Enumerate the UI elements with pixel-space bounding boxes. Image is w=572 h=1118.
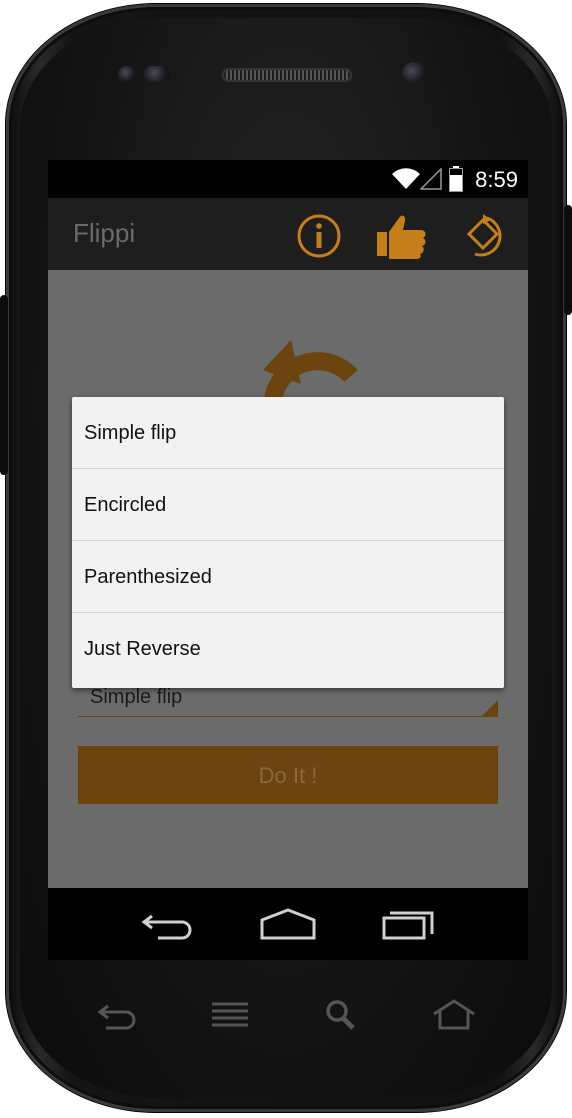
app-title: Flippi (73, 218, 136, 248)
do-it-button[interactable]: Do It ! (78, 746, 498, 804)
front-camera (402, 62, 426, 84)
thumbs-up-icon[interactable] (375, 212, 431, 260)
spinner-selected-value: Simple flip (90, 686, 183, 708)
home-icon[interactable] (432, 998, 476, 1032)
volume-button (0, 295, 8, 475)
back-icon[interactable] (96, 998, 140, 1032)
info-icon[interactable] (295, 212, 343, 260)
dialog-option-encircled[interactable]: Encircled (72, 469, 504, 541)
status-time: 8:59 (475, 167, 518, 192)
wifi-icon (392, 168, 420, 189)
dialog-option-just-reverse[interactable]: Just Reverse (72, 613, 504, 685)
recent-apps-icon[interactable] (378, 906, 438, 942)
spinner-arrow-icon (482, 700, 498, 716)
earpiece-speaker (222, 68, 352, 82)
sensor (118, 66, 136, 82)
dialog-option-parenthesized[interactable]: Parenthesized (72, 541, 504, 613)
status-bar: 8:59 (48, 160, 528, 198)
search-icon[interactable] (320, 998, 364, 1032)
back-icon[interactable] (138, 906, 198, 942)
signal-icon (420, 168, 442, 190)
dialog-option-simple-flip[interactable]: Simple flip (72, 397, 504, 469)
flip-icon[interactable] (461, 212, 509, 260)
sensor (144, 66, 170, 82)
flip-style-dialog: Simple flip Encircled Parenthesized Just… (72, 397, 504, 688)
action-bar: Flippi (48, 198, 528, 270)
power-button (564, 205, 572, 315)
battery-icon (449, 166, 463, 192)
home-icon[interactable] (258, 906, 318, 942)
menu-icon[interactable] (208, 998, 252, 1032)
navigation-bar (48, 888, 528, 960)
